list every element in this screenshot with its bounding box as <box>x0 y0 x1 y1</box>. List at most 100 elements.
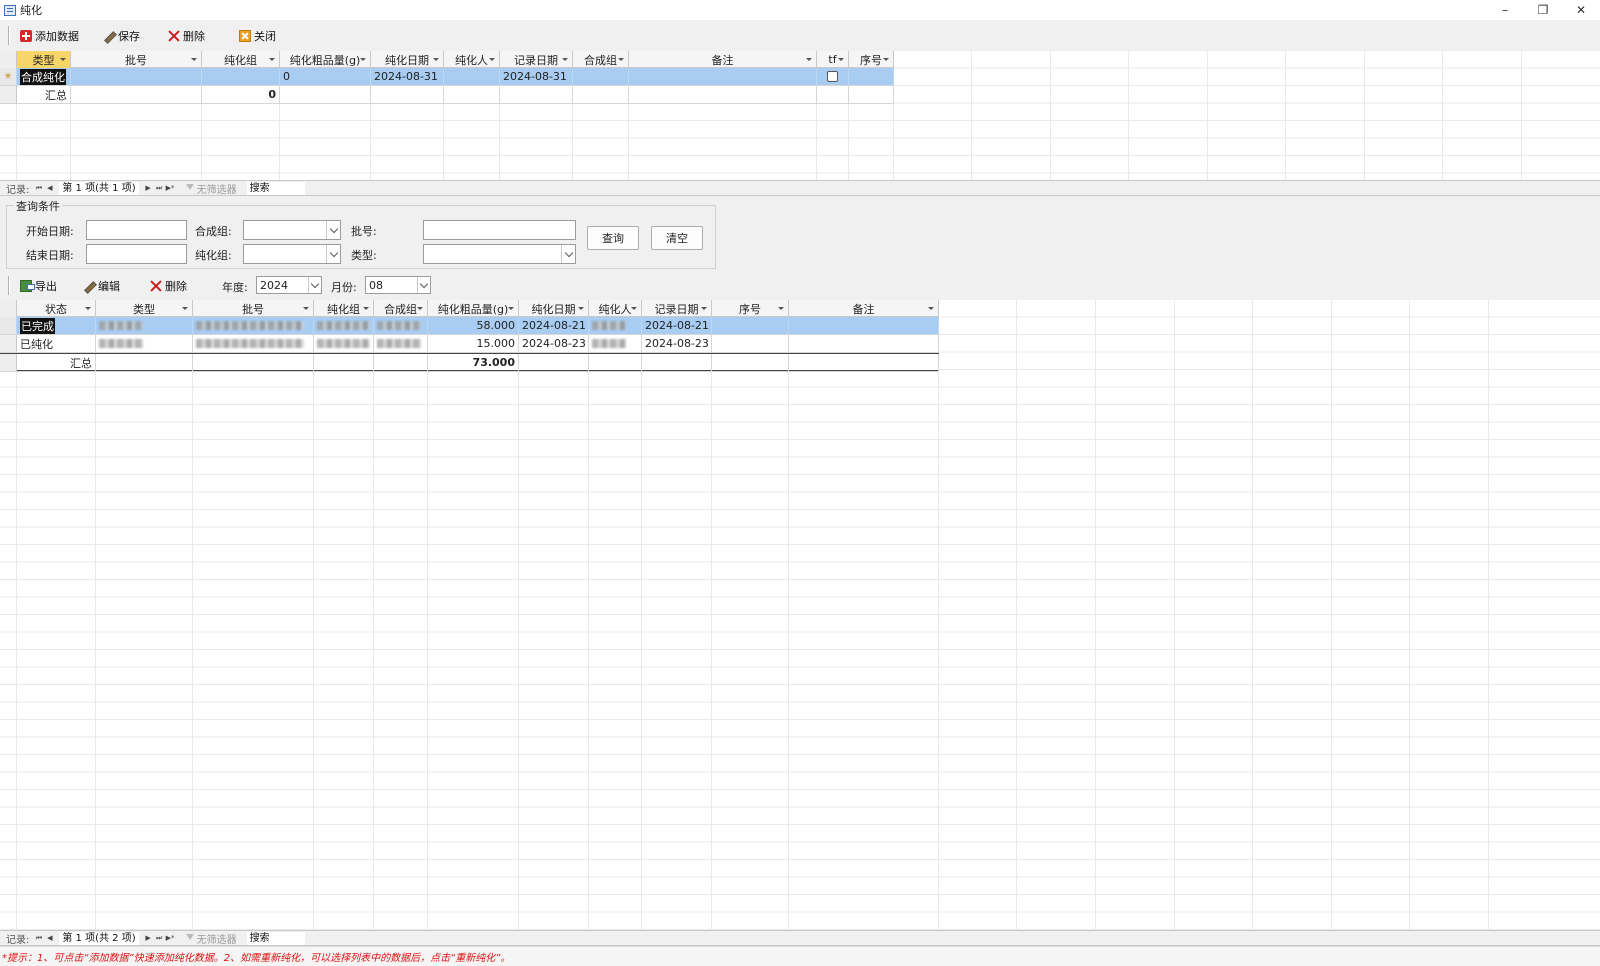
crude-amount-cell[interactable]: 0 <box>280 68 371 86</box>
column-header[interactable]: 序号 <box>849 51 894 68</box>
column-header[interactable]: 记录日期 <box>642 300 712 317</box>
column-header[interactable]: 纯化组 <box>314 300 374 317</box>
column-header[interactable]: 状态 <box>17 300 96 317</box>
batch-cell[interactable] <box>193 317 314 335</box>
delete-button[interactable]: 删除 <box>164 26 213 46</box>
column-header[interactable]: 纯化组 <box>202 51 280 68</box>
no-filter-button[interactable]: 无筛选器 <box>185 931 237 946</box>
crude-amount-cell[interactable]: 58.000 <box>428 317 519 335</box>
column-header[interactable]: 纯化粗品量(g) <box>428 300 519 317</box>
new-record-row[interactable]: ✳ 合成纯化 0 2024-08-31 2024-08-31 <box>0 68 894 86</box>
type-cell[interactable]: 合成纯化 <box>17 68 71 86</box>
delete-rows-button[interactable]: 删除 <box>146 276 195 296</box>
chevron-down-icon[interactable] <box>326 221 340 239</box>
purify-group-cell[interactable] <box>314 317 374 335</box>
search-input[interactable]: 搜索 <box>246 181 305 195</box>
purify-date-cell[interactable]: 2024-08-23 <box>519 335 589 353</box>
first-record-icon[interactable]: ⏮ <box>33 182 44 194</box>
status-cell[interactable]: 已完成 <box>17 317 96 335</box>
chevron-down-icon[interactable] <box>326 245 340 263</box>
synth-group-cell[interactable] <box>374 335 428 353</box>
purifier-cell[interactable] <box>589 317 642 335</box>
batch-input[interactable] <box>423 220 576 240</box>
save-button[interactable]: 保存 <box>99 26 148 46</box>
remark-cell[interactable] <box>789 335 939 353</box>
seq-cell[interactable] <box>849 68 894 86</box>
batch-cell[interactable] <box>193 335 314 353</box>
table-row[interactable]: 已纯化 15.000 2024-08-23 2024-08-23 <box>0 335 939 353</box>
query-button[interactable]: 查询 <box>587 226 639 250</box>
type-cell[interactable] <box>96 335 193 353</box>
column-header[interactable]: 纯化人 <box>589 300 642 317</box>
new-record-marker-icon[interactable]: ✳ <box>0 68 17 86</box>
clear-button[interactable]: 清空 <box>651 226 703 250</box>
record-date-cell[interactable]: 2024-08-21 <box>642 317 712 335</box>
table-row[interactable]: 已完成 58.000 2024-08-21 2024-08-21 <box>0 317 939 335</box>
purify-group-cell[interactable] <box>314 335 374 353</box>
select-all-corner[interactable] <box>0 300 17 317</box>
record-date-cell[interactable]: 2024-08-31 <box>500 68 573 86</box>
prev-record-icon[interactable]: ◀ <box>44 932 55 944</box>
year-select[interactable]: 2024 <box>256 276 322 294</box>
purifier-cell[interactable] <box>444 68 500 86</box>
status-cell[interactable]: 已纯化 <box>17 335 96 353</box>
export-button[interactable]: 导出 <box>16 276 65 296</box>
minimize-button[interactable]: – <box>1486 0 1524 20</box>
synth-group-cell[interactable] <box>573 68 629 86</box>
column-header[interactable]: 纯化日期 <box>371 51 444 68</box>
remark-cell[interactable] <box>629 68 817 86</box>
column-header[interactable]: 纯化粗品量(g) <box>280 51 371 68</box>
column-header[interactable]: tf <box>817 51 849 68</box>
purifier-cell[interactable] <box>589 335 642 353</box>
purify-date-cell[interactable]: 2024-08-21 <box>519 317 589 335</box>
crude-amount-cell[interactable]: 15.000 <box>428 335 519 353</box>
column-header[interactable]: 批号 <box>193 300 314 317</box>
chevron-down-icon[interactable] <box>561 245 575 263</box>
column-header[interactable]: 类型 <box>17 51 71 68</box>
batch-cell[interactable] <box>71 68 202 86</box>
start-date-input[interactable] <box>86 220 187 240</box>
record-position[interactable]: 第 1 项(共 1 项) <box>59 181 139 195</box>
row-selector[interactable] <box>0 335 17 353</box>
last-record-icon[interactable]: ⏭ <box>154 932 165 944</box>
column-header[interactable]: 合成组 <box>374 300 428 317</box>
next-record-icon[interactable]: ▶ <box>143 182 154 194</box>
type-cell[interactable] <box>96 317 193 335</box>
new-record-icon[interactable]: ▶* <box>165 182 176 194</box>
no-filter-button[interactable]: 无筛选器 <box>185 181 237 196</box>
edit-button[interactable]: 编辑 <box>79 276 128 296</box>
close-window-button[interactable]: ✕ <box>1562 0 1600 20</box>
synth-group-cell[interactable] <box>374 317 428 335</box>
close-form-button[interactable]: 关闭 <box>235 26 284 46</box>
first-record-icon[interactable]: ⏮ <box>33 932 44 944</box>
column-header[interactable]: 备注 <box>789 300 939 317</box>
purify-date-cell[interactable]: 2024-08-31 <box>371 68 444 86</box>
column-header[interactable]: 记录日期 <box>500 51 573 68</box>
search-input[interactable]: 搜索 <box>246 931 305 945</box>
column-header[interactable]: 序号 <box>712 300 789 317</box>
purify-group-cell[interactable] <box>202 68 280 86</box>
column-header[interactable]: 纯化人 <box>444 51 500 68</box>
seq-cell[interactable] <box>712 317 789 335</box>
remark-cell[interactable] <box>789 317 939 335</box>
column-header[interactable]: 合成组 <box>573 51 629 68</box>
next-record-icon[interactable]: ▶ <box>143 932 154 944</box>
add-data-button[interactable]: 添加数据 <box>16 26 87 46</box>
column-header[interactable]: 类型 <box>96 300 193 317</box>
new-record-icon[interactable]: ▶* <box>165 932 176 944</box>
column-header[interactable]: 备注 <box>629 51 817 68</box>
chevron-down-icon[interactable] <box>308 277 321 293</box>
month-select[interactable]: 08 <box>365 276 431 294</box>
record-position[interactable]: 第 1 项(共 2 项) <box>59 931 139 945</box>
row-selector[interactable] <box>0 317 17 335</box>
synth-group-select[interactable] <box>243 220 341 240</box>
column-header[interactable]: 批号 <box>71 51 202 68</box>
end-date-input[interactable] <box>86 244 187 264</box>
restore-button[interactable]: ❐ <box>1524 0 1562 20</box>
type-select[interactable] <box>423 244 576 264</box>
prev-record-icon[interactable]: ◀ <box>44 182 55 194</box>
column-header[interactable]: 纯化日期 <box>519 300 589 317</box>
chevron-down-icon[interactable] <box>417 277 430 293</box>
tf-checkbox[interactable] <box>827 71 838 82</box>
last-record-icon[interactable]: ⏭ <box>154 182 165 194</box>
